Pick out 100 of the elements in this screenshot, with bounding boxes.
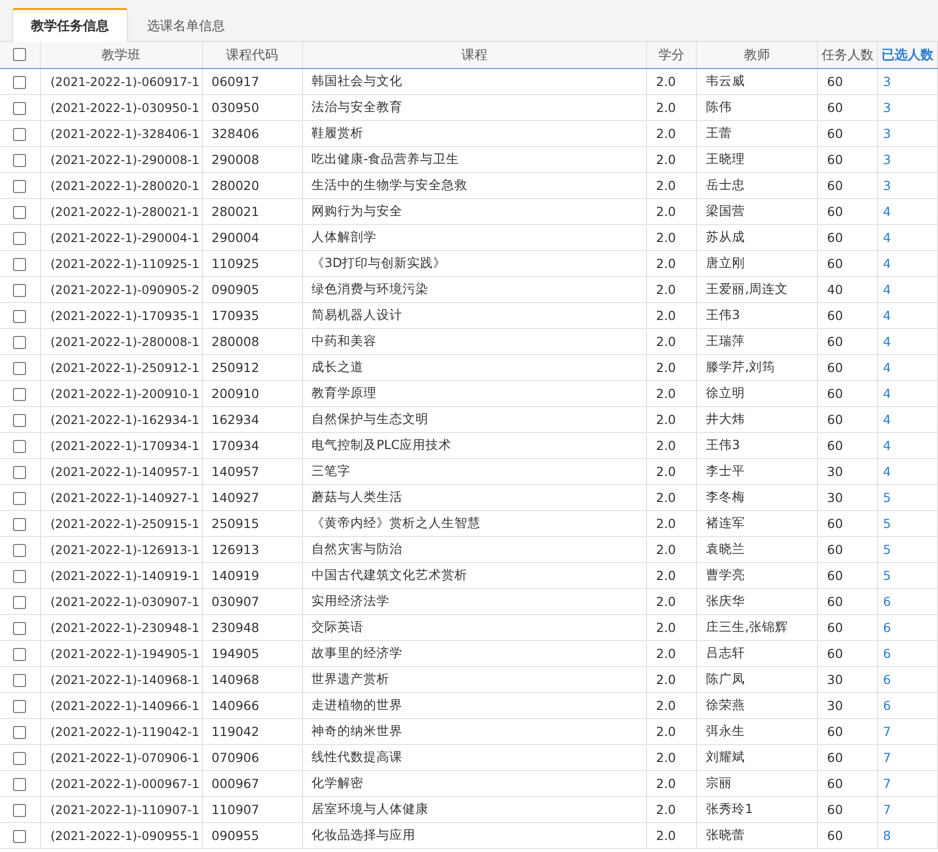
enrolled-count-link[interactable]: 6 xyxy=(878,666,938,692)
tab[interactable]: 教学任务信息 xyxy=(12,8,128,42)
enrolled-count-link[interactable]: 4 xyxy=(878,198,938,224)
column-header[interactable]: 任务人数 xyxy=(818,42,878,68)
enrolled-count-link[interactable]: 7 xyxy=(878,770,938,796)
enrolled-count-link[interactable]: 5 xyxy=(878,536,938,562)
table-cell: (2021-2022-1)-140927-1 xyxy=(40,484,202,510)
table-cell: 162934 xyxy=(202,406,302,432)
tab[interactable]: 选课名单信息 xyxy=(128,8,244,42)
enrolled-count-link[interactable]: 4 xyxy=(878,302,938,328)
checkbox[interactable] xyxy=(13,414,26,428)
checkbox[interactable] xyxy=(13,492,26,506)
checkbox[interactable] xyxy=(13,726,26,740)
checkbox[interactable] xyxy=(13,544,26,558)
enrolled-count-link[interactable]: 4 xyxy=(878,458,938,484)
enrolled-count-link[interactable]: 5 xyxy=(878,484,938,510)
table-cell: 鞋履赏析 xyxy=(302,120,646,146)
enrolled-count-link[interactable]: 4 xyxy=(878,250,938,276)
checkbox[interactable] xyxy=(13,102,26,116)
checkbox[interactable] xyxy=(13,336,26,350)
enrolled-count-link[interactable]: 6 xyxy=(878,588,938,614)
table-cell: 30 xyxy=(818,692,878,718)
table-cell: 徐荣燕 xyxy=(696,692,818,718)
table-cell: (2021-2022-1)-290004-1 xyxy=(40,224,202,250)
table-cell: (2021-2022-1)-250915-1 xyxy=(40,510,202,536)
table-cell: 2.0 xyxy=(646,328,696,354)
table-cell: 2.0 xyxy=(646,692,696,718)
table-cell: 40 xyxy=(818,276,878,302)
table-cell: 2.0 xyxy=(646,406,696,432)
table-cell: 2.0 xyxy=(646,614,696,640)
enrolled-count-link[interactable]: 3 xyxy=(878,120,938,146)
table-cell: 2.0 xyxy=(646,276,696,302)
checkbox[interactable] xyxy=(13,206,26,220)
checkbox[interactable] xyxy=(13,388,26,402)
column-header[interactable]: 课程 xyxy=(302,42,646,68)
checkbox[interactable] xyxy=(13,830,26,844)
checkbox[interactable] xyxy=(13,778,26,792)
enrolled-count-link[interactable]: 6 xyxy=(878,640,938,666)
table-cell: 60 xyxy=(818,770,878,796)
column-header[interactable]: 教学班 xyxy=(40,42,202,68)
table-cell: 60 xyxy=(818,94,878,120)
enrolled-count-link[interactable]: 5 xyxy=(878,562,938,588)
table-cell: 2.0 xyxy=(646,536,696,562)
table-cell: 2.0 xyxy=(646,120,696,146)
checkbox[interactable] xyxy=(13,466,26,480)
enrolled-count-link[interactable]: 3 xyxy=(878,146,938,172)
enrolled-count-link[interactable]: 6 xyxy=(878,614,938,640)
enrolled-count-link[interactable]: 8 xyxy=(878,822,938,848)
checkbox[interactable] xyxy=(13,258,26,272)
enrolled-count-link[interactable]: 4 xyxy=(878,354,938,380)
checkbox[interactable] xyxy=(13,518,26,532)
table-cell: 三笔字 xyxy=(302,458,646,484)
table-cell: 徐立明 xyxy=(696,380,818,406)
enrolled-count-link[interactable]: 7 xyxy=(878,718,938,744)
enrolled-count-link[interactable]: 3 xyxy=(878,68,938,94)
enrolled-count-link[interactable]: 6 xyxy=(878,692,938,718)
enrolled-count-link[interactable]: 3 xyxy=(878,172,938,198)
checkbox[interactable] xyxy=(13,76,26,90)
checkbox[interactable] xyxy=(13,570,26,584)
table-cell: 实用经济法学 xyxy=(302,588,646,614)
table-cell: (2021-2022-1)-230948-1 xyxy=(40,614,202,640)
checkbox[interactable] xyxy=(13,596,26,610)
table-cell: 60 xyxy=(818,68,878,94)
checkbox[interactable] xyxy=(13,362,26,376)
enrolled-count-link[interactable]: 4 xyxy=(878,432,938,458)
checkbox[interactable] xyxy=(13,440,26,454)
column-header[interactable]: 已选人数 xyxy=(878,42,938,68)
table-cell: 119042 xyxy=(202,718,302,744)
checkbox[interactable] xyxy=(13,674,26,688)
enrolled-count-link[interactable]: 4 xyxy=(878,380,938,406)
enrolled-count-link[interactable]: 4 xyxy=(878,406,938,432)
checkbox[interactable] xyxy=(13,232,26,246)
table-cell: 60 xyxy=(818,328,878,354)
checkbox[interactable] xyxy=(13,648,26,662)
checkbox[interactable] xyxy=(13,284,26,298)
table-cell: 2.0 xyxy=(646,822,696,848)
checkbox[interactable] xyxy=(13,310,26,324)
table-cell: 宗丽 xyxy=(696,770,818,796)
enrolled-count-link[interactable]: 7 xyxy=(878,796,938,822)
table-cell: 60 xyxy=(818,588,878,614)
checkbox[interactable] xyxy=(13,128,26,142)
column-header[interactable]: 课程代码 xyxy=(202,42,302,68)
checkbox[interactable] xyxy=(13,700,26,714)
enrolled-count-link[interactable]: 4 xyxy=(878,224,938,250)
column-header[interactable]: 教师 xyxy=(696,42,818,68)
checkbox[interactable] xyxy=(13,154,26,168)
checkbox[interactable] xyxy=(13,804,26,818)
checkbox[interactable] xyxy=(13,48,26,62)
table-cell: 2.0 xyxy=(646,744,696,770)
checkbox[interactable] xyxy=(13,622,26,636)
enrolled-count-link[interactable]: 4 xyxy=(878,276,938,302)
enrolled-count-link[interactable]: 3 xyxy=(878,94,938,120)
table-cell: (2021-2022-1)-070906-1 xyxy=(40,744,202,770)
checkbox[interactable] xyxy=(13,752,26,766)
table-cell: 290004 xyxy=(202,224,302,250)
enrolled-count-link[interactable]: 4 xyxy=(878,328,938,354)
enrolled-count-link[interactable]: 5 xyxy=(878,510,938,536)
checkbox[interactable] xyxy=(13,180,26,194)
column-header[interactable]: 学分 xyxy=(646,42,696,68)
enrolled-count-link[interactable]: 7 xyxy=(878,744,938,770)
